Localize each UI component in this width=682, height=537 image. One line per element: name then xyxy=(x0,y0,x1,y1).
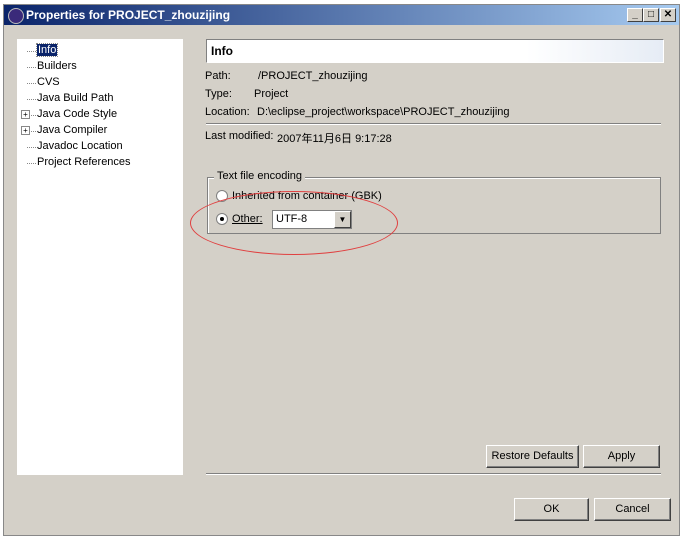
tree-item[interactable]: Java Build Path xyxy=(37,91,113,106)
ok-button[interactable]: OK xyxy=(514,498,589,521)
tree-item[interactable]: Java Compiler xyxy=(37,123,107,138)
tree-connector xyxy=(27,67,36,68)
page-title: Info xyxy=(206,39,664,63)
restore-defaults-button[interactable]: Restore Defaults xyxy=(486,445,579,468)
location-value: D:\eclipse_project\workspace\PROJECT_zho… xyxy=(257,106,510,118)
expand-icon[interactable]: + xyxy=(21,126,30,135)
tree-item[interactable]: CVS xyxy=(37,75,60,90)
expand-icon[interactable]: + xyxy=(21,110,30,119)
minimize-button[interactable]: _ xyxy=(627,8,643,22)
tree-item-label: Javadoc Location xyxy=(37,140,123,152)
type-value: Project xyxy=(254,88,289,100)
tree-item-label: Project References xyxy=(37,156,131,168)
tree-connector xyxy=(27,147,36,148)
type-label: Type: xyxy=(205,88,232,100)
eclipse-icon xyxy=(8,8,24,24)
cancel-button[interactable]: Cancel xyxy=(594,498,671,521)
property-tree: Info Builders CVS Java Build Path + Java Code… xyxy=(17,39,183,475)
tree-item-label: Java Code Style xyxy=(37,108,118,120)
path-value: /PROJECT_zhouzijing xyxy=(258,70,368,82)
tree-item[interactable]: Info xyxy=(35,43,59,58)
tree-connector xyxy=(27,83,36,84)
modified-label: Last modified: xyxy=(205,130,274,142)
tree-item[interactable]: Builders xyxy=(37,59,77,74)
separator xyxy=(206,123,661,125)
properties-dialog: Properties for PROJECT_zhouzijing _ □ ✕ … xyxy=(3,4,680,536)
annotation-ellipse xyxy=(190,191,398,255)
title-bar: Properties for PROJECT_zhouzijing _ □ ✕ xyxy=(4,5,679,25)
tree-connector xyxy=(27,163,36,164)
tree-connector xyxy=(27,51,36,52)
tree-item-label: Java Compiler xyxy=(37,124,108,136)
path-label: Path: xyxy=(205,70,231,82)
encoding-group-label: Text file encoding xyxy=(214,170,305,182)
modified-value: 2007年11月6日 9:17:28 xyxy=(277,133,392,145)
close-button[interactable]: ✕ xyxy=(660,8,676,22)
tree-item-label: Info xyxy=(35,43,59,57)
separator xyxy=(206,473,661,475)
maximize-button[interactable]: □ xyxy=(643,8,659,22)
tree-item-label: Builders xyxy=(37,60,77,72)
tree-item-label: Java Build Path xyxy=(37,92,114,104)
tree-item[interactable]: Project References xyxy=(37,155,131,170)
tree-connector xyxy=(27,99,36,100)
window-title: Properties for PROJECT_zhouzijing xyxy=(26,8,231,22)
tree-item[interactable]: Javadoc Location xyxy=(37,139,123,154)
location-label: Location: xyxy=(205,106,250,118)
tree-item-label: CVS xyxy=(37,76,60,88)
tree-item[interactable]: Java Code Style xyxy=(37,107,117,122)
apply-button[interactable]: Apply xyxy=(583,445,660,468)
